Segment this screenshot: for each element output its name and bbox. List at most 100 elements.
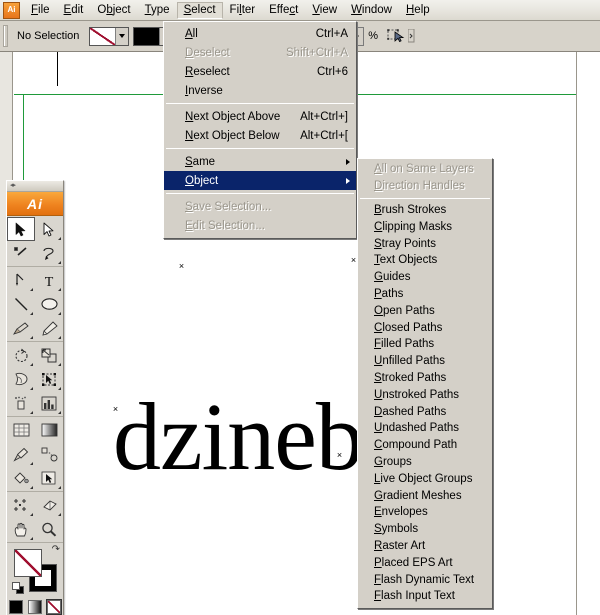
eyedropper-tool[interactable] [7, 442, 35, 466]
menu-item-symbols[interactable]: Symbols [358, 521, 492, 538]
menu-bar: Ai File Edit Object Type Select Filter E… [0, 0, 600, 21]
menu-separator [166, 103, 354, 104]
transform-each-icon[interactable] [386, 26, 406, 46]
none-swatch-button[interactable] [46, 599, 62, 615]
menu-item-filled-paths[interactable]: Filled Paths [358, 336, 492, 353]
fill-color-indicator[interactable] [14, 549, 42, 577]
object-submenu-dropdown[interactable]: All on Same Layers Direction Handles Brush… [357, 158, 493, 609]
menu-item-groups[interactable]: Groups [358, 454, 492, 471]
menu-item-same[interactable]: Same [164, 152, 356, 171]
pen-tool[interactable] [7, 268, 35, 292]
menu-type[interactable]: Type [138, 2, 177, 19]
paintbrush-tool[interactable] [7, 316, 35, 340]
lasso-tool[interactable] [35, 241, 63, 265]
control-bar-grip[interactable] [3, 25, 8, 47]
tools-palette-titlebar[interactable]: ◂▸ [7, 181, 63, 192]
canvas-right-edge [576, 52, 577, 615]
menu-item-paths[interactable]: Paths [358, 286, 492, 303]
menu-item-label: Symbols [374, 523, 419, 536]
gradient-tool[interactable] [35, 418, 63, 442]
menu-item-stray-points[interactable]: Stray Points [358, 235, 492, 252]
menu-item-label: Clipping Masks [374, 220, 452, 233]
zoom-tool[interactable] [35, 517, 63, 541]
menu-select[interactable]: Select [176, 1, 223, 19]
menu-item-reselect[interactable]: Reselect Ctrl+6 [164, 62, 356, 81]
menu-item-dashed-paths[interactable]: Dashed Paths [358, 403, 492, 420]
menu-item-compound-path[interactable]: Compound Path [358, 437, 492, 454]
column-graph-tool[interactable] [35, 391, 63, 415]
color-mode-buttons [7, 597, 63, 615]
line-segment-tool[interactable] [7, 292, 35, 316]
menu-filter[interactable]: Filter [223, 2, 263, 19]
blend-tool[interactable] [35, 442, 63, 466]
mesh-tool[interactable] [7, 418, 35, 442]
menu-edit[interactable]: Edit [57, 2, 91, 19]
ellipse-tool[interactable] [35, 292, 63, 316]
menu-item-all[interactable]: All Ctrl+A [164, 24, 356, 43]
fill-color-picker[interactable] [89, 26, 130, 46]
menu-window[interactable]: Window [344, 2, 399, 19]
menu-item-placed-eps-art[interactable]: Placed EPS Art [358, 554, 492, 571]
menu-item-next-object-below[interactable]: Next Object Below Alt+Ctrl+[ [164, 126, 356, 145]
tool-group-transform [7, 342, 63, 417]
hand-tool[interactable] [7, 517, 35, 541]
control-bar-overflow-icon[interactable] [406, 26, 416, 46]
menu-item-gradient-meshes[interactable]: Gradient Meshes [358, 487, 492, 504]
tool-group-draw: T [7, 267, 63, 342]
menu-item-undashed-paths[interactable]: Undashed Paths [358, 420, 492, 437]
scale-tool[interactable] [35, 343, 63, 367]
chevron-right-icon [346, 158, 350, 165]
percent-symbol: % [368, 30, 379, 42]
menu-item-flash-input-text[interactable]: Flash Input Text [358, 588, 492, 605]
magic-wand-tool[interactable] [7, 241, 35, 265]
default-fill-stroke-icon[interactable] [12, 582, 24, 594]
menu-item-brush-strokes[interactable]: Brush Strokes [358, 202, 492, 219]
symbol-sprayer-tool[interactable] [7, 391, 35, 415]
swap-fill-stroke-icon[interactable]: ↷ [52, 545, 60, 555]
menu-item-object[interactable]: Object [164, 171, 356, 190]
free-transform-tool[interactable] [35, 367, 63, 391]
gradient-swatch-button[interactable] [28, 600, 42, 614]
menu-file[interactable]: File [24, 2, 57, 19]
menu-effect[interactable]: Effect [262, 2, 305, 19]
menu-item-unstroked-paths[interactable]: Unstroked Paths [358, 386, 492, 403]
menu-item-envelopes[interactable]: Envelopes [358, 504, 492, 521]
menu-item-stroked-paths[interactable]: Stroked Paths [358, 370, 492, 387]
menu-object[interactable]: Object [90, 2, 137, 19]
color-swatch-button[interactable] [9, 600, 23, 614]
type-tool[interactable]: T [35, 268, 63, 292]
menu-item-closed-paths[interactable]: Closed Paths [358, 319, 492, 336]
menu-item-save-selection: Save Selection... [164, 197, 356, 216]
live-paint-bucket-tool[interactable] [7, 466, 35, 490]
live-paint-selection-tool[interactable] [35, 466, 63, 490]
menu-item-shortcut: Alt+Ctrl+] [300, 110, 348, 123]
menu-item-open-paths[interactable]: Open Paths [358, 302, 492, 319]
menu-item-flash-dynamic-text[interactable]: Flash Dynamic Text [358, 571, 492, 588]
menu-item-next-object-above[interactable]: Next Object Above Alt+Ctrl+] [164, 107, 356, 126]
menu-help[interactable]: Help [399, 2, 437, 19]
palette-grip-icon[interactable]: ◂▸ [10, 182, 16, 190]
fill-dropdown-arrow-icon[interactable] [115, 27, 129, 45]
menu-item-deselect: Deselect Shift+Ctrl+A [164, 43, 356, 62]
select-menu-dropdown[interactable]: All Ctrl+A Deselect Shift+Ctrl+A Reselect Ctr… [163, 21, 357, 239]
pencil-tool[interactable] [35, 316, 63, 340]
warp-tool[interactable] [7, 367, 35, 391]
menu-item-inverse[interactable]: Inverse [164, 81, 356, 100]
rotate-tool[interactable] [7, 343, 35, 367]
menu-item-label: Unstroked Paths [374, 388, 460, 401]
menu-view[interactable]: View [305, 2, 344, 19]
anchor-point-marker: × [112, 404, 119, 414]
menu-item-label: Paths [374, 287, 404, 300]
menu-item-text-objects[interactable]: Text Objects [358, 252, 492, 269]
menu-item-guides[interactable]: Guides [358, 269, 492, 286]
selection-tool[interactable] [7, 217, 35, 241]
crop-area-tool[interactable] [7, 493, 35, 517]
menu-item-raster-art[interactable]: Raster Art [358, 538, 492, 555]
menu-item-clipping-masks[interactable]: Clipping Masks [358, 218, 492, 235]
menu-item-label: Compound Path [374, 439, 458, 452]
menu-item-unfilled-paths[interactable]: Unfilled Paths [358, 353, 492, 370]
menu-item-live-object-groups[interactable]: Live Object Groups [358, 470, 492, 487]
menu-item-label: Placed EPS Art [374, 556, 453, 569]
eraser-tool[interactable] [35, 493, 63, 517]
direct-selection-tool[interactable] [35, 217, 63, 241]
